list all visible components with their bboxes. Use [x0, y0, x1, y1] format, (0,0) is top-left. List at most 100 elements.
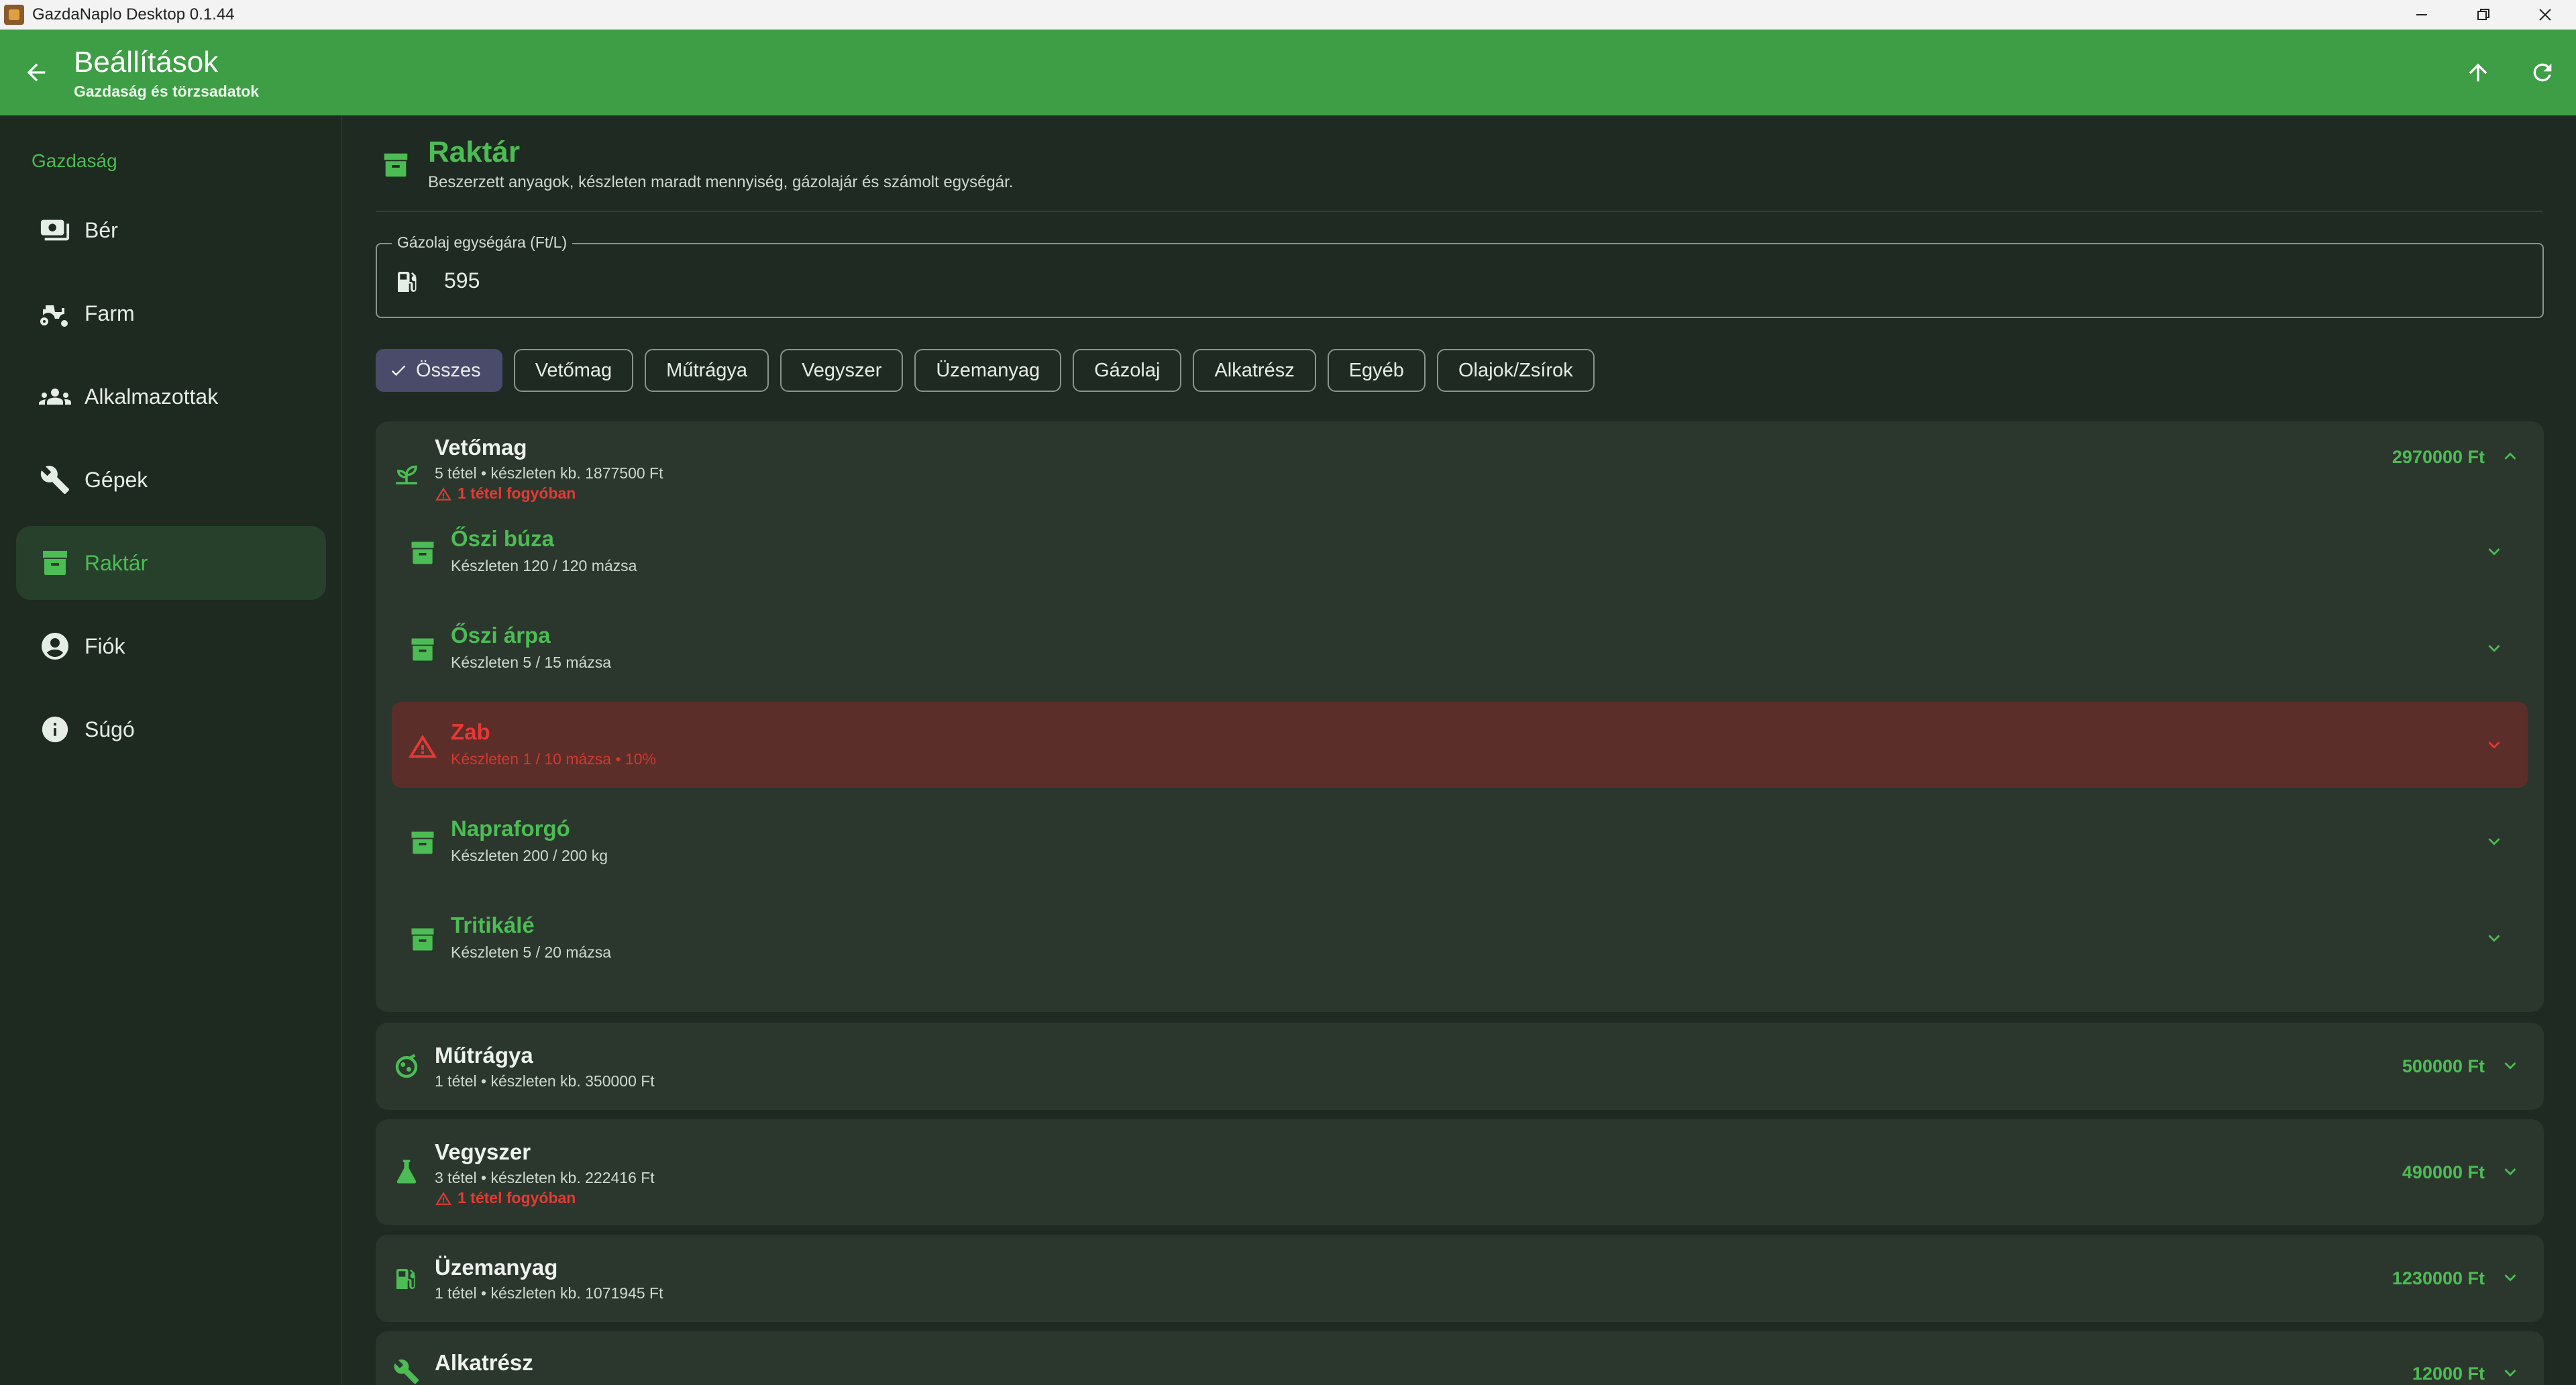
chip-label: Egyéb [1348, 359, 1404, 381]
sidebar-item-ber[interactable]: Bér [16, 193, 326, 267]
restore-button[interactable] [2453, 0, 2514, 30]
chip-label: Üzemanyag [936, 359, 1040, 381]
chip-uzemanyag[interactable]: Üzemanyag [914, 349, 1062, 392]
list-item[interactable]: Őszi búza Készleten 120 / 120 mázsa [392, 509, 2528, 595]
chip-label: Vetőmag [535, 359, 612, 381]
close-window-button[interactable] [2514, 0, 2576, 30]
category-total: 1230000 Ft [2392, 1268, 2485, 1288]
arrow-back-icon [27, 63, 46, 82]
category-card-alkatresz[interactable]: Alkatrész 12000 Ft [376, 1331, 2544, 1385]
sidebar-item-alkalmazottak[interactable]: Alkalmazottak [16, 360, 326, 433]
chip-alkatresz[interactable]: Alkatrész [1193, 349, 1316, 392]
arrow-up-icon [2469, 63, 2487, 82]
chip-label: Gázolaj [1094, 359, 1161, 381]
check-icon [389, 361, 408, 380]
collapse-button[interactable] [2497, 443, 2524, 470]
expand-button[interactable] [2481, 925, 2508, 952]
category-summary: 1 tétel • készleten kb. 350000 Ft [435, 1072, 655, 1090]
item-stock: Készleten 5 / 20 mázsa [451, 943, 612, 961]
close-icon [2539, 9, 2551, 21]
minimize-button[interactable] [2391, 0, 2453, 30]
item-name: Zab [451, 719, 490, 744]
sidebar-item-sugo[interactable]: Súgó [16, 692, 326, 766]
back-button[interactable] [16, 52, 56, 93]
sidebar-item-raktar[interactable]: Raktár [16, 526, 326, 600]
chip-gazolaj[interactable]: Gázolaj [1073, 349, 1182, 392]
window-controls [2391, 0, 2576, 30]
category-title: Alkatrész [435, 1350, 533, 1375]
divider [376, 211, 2542, 212]
list-item-low-stock[interactable]: Zab Készleten 1 / 10 mázsa • 10% [392, 702, 2528, 788]
category-total: 490000 Ft [2402, 1162, 2485, 1182]
refresh-icon [2533, 63, 2552, 82]
chip-egyeb[interactable]: Egyéb [1327, 349, 1426, 392]
category-card-vetomag: Vetőmag 5 tétel • készleten kb. 1877500 … [376, 421, 2544, 1012]
expand-button[interactable] [2497, 1360, 2524, 1385]
expand-button[interactable] [2481, 731, 2508, 758]
list-item[interactable]: Őszi árpa Készleten 5 / 15 mázsa [392, 605, 2528, 691]
sidebar-section-title: Gazdaság [32, 150, 117, 171]
window-title: GazdaNaplo Desktop 0.1.44 [32, 5, 235, 23]
category-card-vegyszer[interactable]: Vegyszer 3 tétel • készleten kb. 222416 … [376, 1119, 2544, 1225]
sidebar-item-label: Gépek [85, 467, 148, 492]
expand-button[interactable] [2497, 1158, 2524, 1185]
account-circle-icon [35, 630, 75, 662]
category-total: 500000 Ft [2402, 1056, 2485, 1076]
wrench-icon [390, 1355, 423, 1385]
sidebar-item-label: Fiók [85, 633, 125, 658]
diesel-price-input[interactable] [444, 268, 1115, 293]
chip-label: Összes [416, 359, 481, 381]
category-title: Vegyszer [435, 1139, 531, 1164]
diesel-price-label: Gázolaj egységára (Ft/L) [392, 234, 573, 252]
warning-icon [435, 1191, 451, 1205]
sidebar-item-label: Bér [85, 217, 118, 242]
chip-mutragya[interactable]: Műtrágya [645, 349, 769, 392]
category-total: 12000 Ft [2412, 1364, 2485, 1384]
warning-text: 1 tétel fogyóban [458, 1189, 576, 1207]
expand-button[interactable] [2481, 635, 2508, 662]
list-item[interactable]: Napraforgó Készleten 200 / 200 kg [392, 799, 2528, 884]
payments-icon [35, 215, 75, 246]
category-card-mutragya[interactable]: Műtrágya 1 tétel • készleten kb. 350000 … [376, 1023, 2544, 1110]
minimize-icon [2416, 14, 2427, 15]
list-item[interactable]: Tritikálé Készleten 5 / 20 mázsa [392, 895, 2528, 981]
app-bar-title: Beállítások [74, 45, 219, 79]
category-title: Műtrágya [435, 1043, 533, 1068]
warning-icon [407, 730, 439, 762]
low-stock-warning: 1 tétel fogyóban [435, 484, 576, 503]
category-summary: 3 tétel • készleten kb. 222416 Ft [435, 1169, 655, 1186]
sidebar-item-gepek[interactable]: Gépek [16, 443, 326, 517]
sidebar-item-farm[interactable]: Farm [16, 276, 326, 350]
expand-button[interactable] [2497, 1264, 2524, 1291]
chevron-down-icon [2488, 548, 2500, 556]
diesel-price-field[interactable]: Gázolaj egységára (Ft/L) [376, 234, 2544, 318]
wrench-icon [35, 464, 75, 495]
item-name: Tritikálé [451, 913, 535, 937]
chip-olajok-zsirok[interactable]: Olajok/Zsírok [1436, 349, 1595, 392]
archive-box-icon [407, 633, 439, 666]
category-card-uzemanyag[interactable]: Üzemanyag 1 tétel • készleten kb. 107194… [376, 1235, 2544, 1322]
expand-button[interactable] [2481, 538, 2508, 565]
expand-button[interactable] [2481, 828, 2508, 855]
tractor-icon [35, 297, 75, 329]
page-subtitle: Beszerzett anyagok, készleten maradt men… [428, 173, 1014, 191]
expand-button[interactable] [2497, 1052, 2524, 1079]
archive-box-icon [35, 547, 75, 579]
upload-button[interactable] [2458, 52, 2498, 93]
category-summary: 5 tétel • készleten kb. 1877500 Ft [435, 464, 663, 482]
item-stock: Készleten 120 / 120 mázsa [451, 557, 637, 574]
warning-text: 1 tétel fogyóban [458, 484, 576, 502]
seedling-icon [390, 458, 423, 490]
sidebar-item-fiok[interactable]: Fiók [16, 609, 326, 683]
fuel-pump-icon [392, 266, 424, 298]
category-title: Üzemanyag [435, 1255, 558, 1280]
category-title: Vetőmag [435, 435, 527, 460]
chip-vetomag[interactable]: Vetőmag [513, 349, 634, 392]
chip-label: Vegyszer [802, 359, 882, 381]
refresh-button[interactable] [2522, 52, 2563, 93]
app-bar: Beállítások Gazdaság és törzsadatok [0, 30, 2576, 115]
chip-vegyszer[interactable]: Vegyszer [780, 349, 904, 392]
archive-box-icon [376, 145, 416, 185]
chip-osszes[interactable]: Összes [376, 349, 502, 392]
sidebar-item-label: Súgó [85, 717, 135, 741]
